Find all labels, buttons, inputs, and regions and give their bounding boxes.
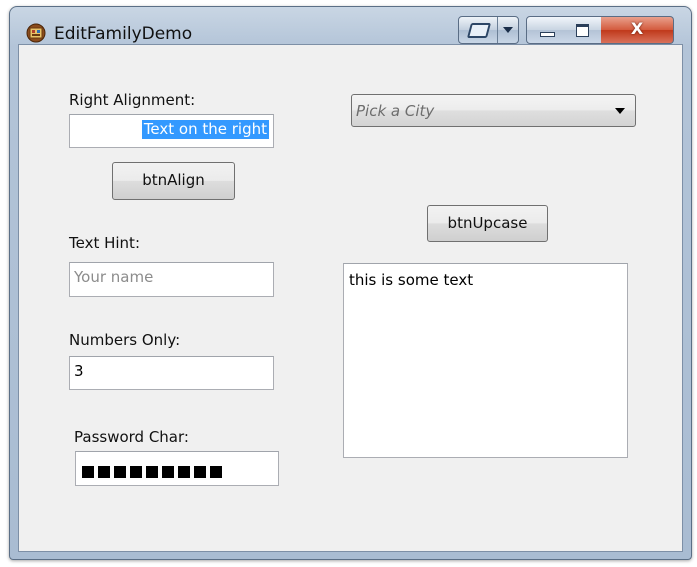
memo-text: this is some text — [349, 271, 474, 289]
text-hint-placeholder: Your name — [74, 268, 154, 286]
task-switch-button[interactable] — [458, 16, 519, 44]
password-mask-char — [178, 465, 190, 478]
right-alignment-label: Right Alignment: — [69, 91, 196, 109]
password-mask-char — [162, 465, 174, 478]
password-mask-char — [82, 465, 94, 478]
password-mask-char — [114, 465, 126, 478]
close-icon: X — [630, 19, 644, 38]
text-hint-label: Text Hint: — [69, 234, 140, 252]
password-input[interactable] — [75, 451, 279, 486]
task-switch-icon[interactable] — [459, 17, 498, 43]
minimize-icon — [540, 32, 555, 37]
password-mask-char — [210, 465, 222, 478]
numbers-only-label: Numbers Only: — [69, 331, 181, 349]
text-hint-input[interactable]: Your name — [69, 262, 274, 297]
btn-upcase-button[interactable]: btnUpcase — [427, 205, 548, 242]
numbers-only-input[interactable]: 3 — [69, 356, 274, 390]
close-button[interactable]: X — [601, 16, 674, 44]
city-combobox[interactable]: Pick a City — [351, 94, 636, 127]
maximize-icon — [576, 24, 589, 37]
password-mask-char — [98, 465, 110, 478]
password-mask — [82, 462, 226, 480]
minimize-button[interactable] — [526, 16, 567, 44]
password-char-label: Password Char: — [74, 428, 189, 446]
dropdown-arrow-icon[interactable] — [498, 17, 518, 43]
app-icon — [26, 23, 46, 43]
memo-textarea[interactable]: this is some text — [343, 263, 628, 458]
right-alignment-input[interactable]: Text on the right — [69, 114, 274, 148]
numbers-only-value: 3 — [74, 362, 84, 380]
password-mask-char — [146, 465, 158, 478]
maximize-button[interactable] — [565, 16, 602, 44]
right-alignment-value: Text on the right — [141, 120, 269, 139]
combo-arrow-icon — [615, 108, 625, 114]
password-mask-char — [194, 465, 206, 478]
btn-align-button[interactable]: btnAlign — [112, 162, 235, 200]
city-combo-placeholder: Pick a City — [356, 102, 435, 120]
window-title: EditFamilyDemo — [54, 24, 193, 44]
app-window: EditFamilyDemo X Right Alignment: Text o… — [9, 6, 692, 560]
client-area: Right Alignment: Text on the right btnAl… — [18, 44, 683, 552]
password-mask-char — [130, 465, 142, 478]
